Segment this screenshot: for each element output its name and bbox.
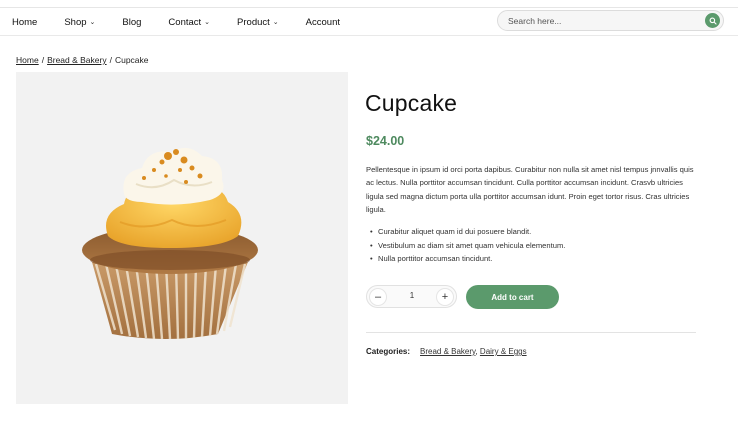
nav-label: Blog	[122, 16, 142, 28]
divider	[366, 332, 696, 333]
breadcrumb: Home / Bread & Bakery / Cupcake	[16, 55, 149, 65]
breadcrumb-category-link[interactable]: Bread & Bakery	[47, 55, 107, 65]
chevron-down-icon: ⌄	[272, 19, 279, 26]
quantity-decrease-button[interactable]: –	[369, 288, 387, 306]
nav-item-product[interactable]: Product ⌄	[237, 17, 279, 28]
list-item: Nulla porttitor accumsan tincidunt.	[366, 252, 696, 266]
search-input[interactable]	[508, 14, 698, 28]
nav-label: Contact	[168, 16, 202, 28]
list-item: Vestibulum ac diam sit amet quam vehicul…	[366, 239, 696, 253]
category-link-bread-bakery[interactable]: Bread & Bakery	[420, 347, 475, 356]
nav-item-contact[interactable]: Contact ⌄	[168, 17, 210, 28]
nav-label: Shop	[64, 16, 87, 28]
product-description: Pellentesque in ipsum id orci porta dapi…	[366, 165, 694, 215]
product-price: $24.00	[366, 134, 405, 148]
search-icon	[709, 17, 717, 25]
cupcake-illustration	[82, 147, 258, 340]
product-image	[16, 72, 348, 404]
nav-item-home[interactable]: Home	[12, 17, 37, 28]
add-to-cart-button[interactable]: Add to cart	[466, 285, 559, 309]
category-link-dairy-eggs[interactable]: Dairy & Eggs	[480, 347, 527, 356]
quantity-increase-button[interactable]: +	[436, 288, 454, 306]
breadcrumb-home-link[interactable]: Home	[16, 55, 39, 65]
list-item: Curabitur aliquet quam id dui posuere bl…	[366, 225, 696, 239]
search-box	[497, 10, 724, 31]
categories-label: Categories:	[366, 347, 411, 356]
categories: Categories: Bread & Bakery, Dairy & Eggs	[366, 347, 527, 356]
quantity-stepper: – 1 +	[366, 285, 457, 308]
nav-item-blog[interactable]: Blog	[122, 17, 141, 28]
nav-item-account[interactable]: Account	[306, 17, 340, 28]
breadcrumb-current: Cupcake	[114, 55, 149, 65]
category-separator: ,	[475, 347, 478, 356]
feature-list: Curabitur aliquet quam id dui posuere bl…	[366, 225, 696, 266]
chevron-down-icon: ⌄	[204, 19, 211, 26]
product-title: Cupcake	[365, 90, 458, 116]
search-button[interactable]	[705, 13, 720, 28]
main-nav: Home Shop ⌄ Blog Contact ⌄ Product ⌄ Acc…	[12, 8, 367, 36]
chevron-down-icon: ⌄	[89, 19, 96, 26]
nav-label: Account	[305, 16, 340, 28]
nav-label: Home	[12, 16, 38, 28]
nav-label: Product	[237, 16, 270, 28]
quantity-value[interactable]: 1	[397, 291, 427, 300]
nav-item-shop[interactable]: Shop ⌄	[64, 17, 95, 28]
breadcrumb-separator: /	[109, 55, 112, 65]
breadcrumb-separator: /	[41, 55, 45, 65]
